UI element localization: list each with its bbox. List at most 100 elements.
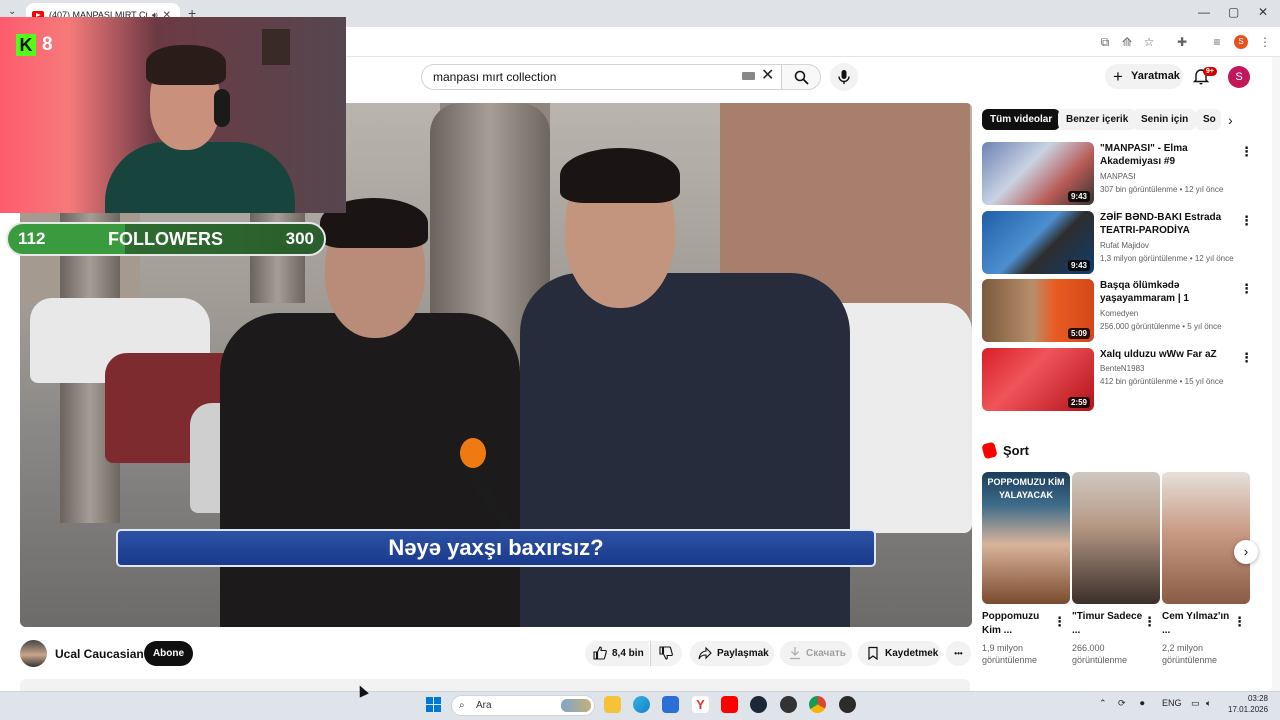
chips-next-chevron-icon[interactable]: › [1228,112,1233,128]
youtube-app-icon[interactable] [721,696,738,713]
search-button[interactable] [781,64,821,90]
chip-for-you[interactable]: Senin için [1133,109,1197,130]
clear-search-icon[interactable]: ✕ [761,67,774,85]
bookmark-icon [868,646,878,660]
short-options-icon[interactable]: ⋮ [1143,614,1156,630]
browser-profile-avatar[interactable]: S [1234,35,1248,49]
video-thumbnail[interactable]: 9:43 [982,211,1094,274]
voice-search-button[interactable] [830,63,858,91]
related-video-title[interactable]: Başqa ölümkədə yaşayammaram | 1 [1100,279,1236,305]
translate-icon[interactable]: ⟰ [1119,34,1135,50]
related-video-meta: 256.000 görüntülenme • 5 yıl önce [1100,322,1222,331]
short-thumbnail[interactable] [1162,472,1250,604]
related-video-title[interactable]: Xalq ulduzu wWw Far aZ [1100,348,1236,361]
browser-menu-icon[interactable]: ⋮ [1257,34,1273,50]
create-button[interactable]: + Yaratmak [1105,64,1183,89]
shorts-section-heading: Şort [1003,443,1029,458]
subscribe-button[interactable]: Abone [144,641,193,666]
related-video-channel[interactable]: MANPASI [1100,172,1135,181]
taskbar-search-box[interactable]: ⌕ Ara [451,695,595,716]
video-description-box[interactable] [20,679,970,691]
search-icon: ⌕ [459,700,465,711]
file-explorer-icon[interactable] [604,696,621,713]
store-icon[interactable] [662,696,679,713]
share-arrow-icon [698,646,712,660]
video-duration: 2:59 [1067,397,1090,408]
dislike-button[interactable] [650,641,682,666]
sync-icon[interactable]: ⟳ [1118,698,1126,709]
short-views: 266.000 görüntülenme [1072,643,1128,665]
windows-start-icon[interactable] [426,697,441,712]
minimize-button[interactable]: — [1198,5,1210,19]
related-video-item[interactable]: 9:43 ZƏİF BƏND-BAKI Estrada TEATRI-PAROD… [982,211,1272,275]
video-options-icon[interactable]: ⋮ [1240,281,1253,297]
taskbar-clock[interactable]: 03:28 17.01.2026 [1228,693,1268,715]
video-thumbnail[interactable]: 5:09 [982,279,1094,342]
short-title[interactable]: "Timur Sadece ... [1072,610,1146,638]
save-button[interactable]: Kaydetmek [858,641,941,666]
yandex-browser-icon[interactable]: Y [692,696,709,713]
short-options-icon[interactable]: ⋮ [1053,614,1066,630]
video-options-icon[interactable]: ⋮ [1240,350,1253,366]
media-controls-icon[interactable]: ≡ [1209,34,1225,50]
short-thumbnail[interactable] [1072,472,1160,604]
channel-name[interactable]: Ucal Caucasian [55,647,144,661]
tray-overflow-icon[interactable]: ⌃ [1099,698,1107,709]
short-views: 1,9 milyon görüntülenme [982,643,1038,665]
related-video-channel[interactable]: Komedyen [1100,309,1138,318]
chip-similar-content[interactable]: Benzer içerik [1058,109,1137,130]
microphone-tray-icon[interactable]: ⏺ [1140,698,1145,709]
tab-list-chevron-icon[interactable]: ⌄ [8,6,16,17]
headset-icon [214,89,230,127]
keyboard-icon[interactable] [742,72,755,80]
related-video-item[interactable]: 9:43 "MANPASI" - Elma Akademiyası #9 MAN… [982,142,1272,206]
install-app-icon[interactable]: ⧉ [1097,34,1113,50]
search-input[interactable]: manpası mırt collection [421,64,783,90]
orange-microphone-decoration [460,438,486,468]
download-button[interactable]: Скачать [780,641,852,666]
input-language[interactable]: ENG [1162,698,1182,708]
short-title[interactable]: Poppomuzu Kim ... [982,610,1056,638]
video-duration: 9:43 [1067,260,1090,271]
maximize-button[interactable]: ▢ [1228,5,1239,19]
short-title[interactable]: Cem Yılmaz'ın ... [1162,610,1236,638]
clock-time: 03:28 [1247,694,1268,703]
search-highlight-icon [561,699,591,712]
related-video-channel[interactable]: BenteN1983 [1100,364,1144,373]
video-options-icon[interactable]: ⋮ [1240,213,1253,229]
edge-browser-icon[interactable] [633,696,650,713]
related-video-channel[interactable]: Rufat Majidov [1100,241,1149,250]
youtube-account-avatar[interactable]: S [1228,66,1250,88]
chip-truncated[interactable]: So [1195,109,1221,130]
extensions-icon[interactable]: ✚ [1174,34,1190,50]
share-button[interactable]: Paylaşmak [690,641,774,666]
video-thumbnail[interactable]: 2:59 [982,348,1094,411]
video-options-icon[interactable]: ⋮ [1240,144,1253,160]
like-button[interactable]: 8,4 bin [585,641,649,666]
video-duration: 9:43 [1067,191,1090,202]
short-thumbnail[interactable]: POPPOMUZU KİM YALAYACAK [982,472,1070,604]
obs-icon[interactable] [839,696,856,713]
chip-all-videos[interactable]: Tüm videolar [982,109,1061,130]
more-actions-button[interactable]: ••• [946,641,971,666]
related-video-item[interactable]: 5:09 Başqa ölümkədə yaşayammaram | 1 Kom… [982,279,1272,343]
plus-icon: + [1113,67,1123,86]
video-thumbnail[interactable]: 9:43 [982,142,1094,205]
volume-icon[interactable]: 🔈︎ [1206,698,1211,709]
related-video-item[interactable]: 2:59 Xalq ulduzu wWw Far aZ BenteN1983 4… [982,348,1272,412]
display-icon[interactable]: ▭ [1191,698,1200,709]
steam-icon[interactable] [750,696,767,713]
related-video-meta: 307 bin görüntülenme • 12 yıl önce [1100,185,1224,194]
save-label: Kaydetmek [885,648,939,659]
streamer-hoodie [105,142,295,213]
bookmark-star-icon[interactable]: ☆ [1141,34,1157,50]
chrome-icon[interactable] [809,696,826,713]
shorts-next-button[interactable]: › [1234,540,1258,564]
close-window-button[interactable]: ✕ [1258,5,1268,19]
app-icon[interactable] [780,696,797,713]
related-video-title[interactable]: "MANPASI" - Elma Akademiyası #9 [1100,142,1236,168]
channel-avatar[interactable] [20,640,47,667]
short-options-icon[interactable]: ⋮ [1233,614,1246,630]
related-video-title[interactable]: ZƏİF BƏND-BAKI Estrada TEATRI-PARODİYA [1100,211,1236,237]
page-scrollbar[interactable] [1272,57,1280,691]
